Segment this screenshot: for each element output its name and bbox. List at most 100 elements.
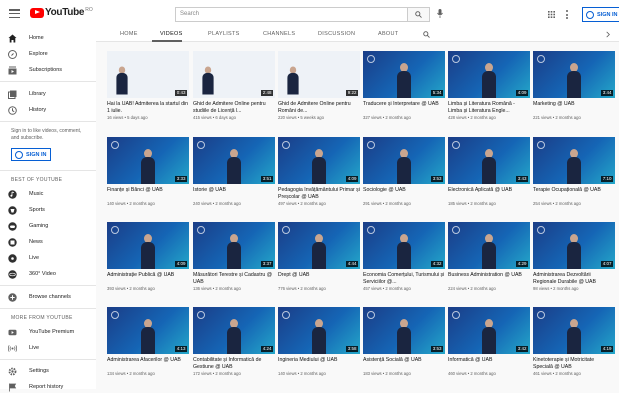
- video-title[interactable]: Pedagogia Învățământului Primar și Preșc…: [278, 187, 360, 200]
- youtube-logo[interactable]: YouTube RO: [30, 7, 93, 18]
- video-card[interactable]: 3:37 Măsurători Terestre și Cadastru @ UA…: [193, 222, 275, 300]
- video-thumbnail[interactable]: 4:29: [448, 222, 530, 269]
- video-card[interactable]: 4:07 Administrarea Dezvoltării Regionale …: [533, 222, 615, 300]
- video-card[interactable]: 3:51 Istorie @ UAB 240 views • 2 months ag…: [193, 137, 275, 215]
- sign-in-button[interactable]: SIGN IN: [582, 7, 619, 22]
- video-card[interactable]: 0:43 Hai la UAB! Admiterea la startul din…: [107, 51, 189, 129]
- chevron-right-icon[interactable]: [605, 31, 611, 38]
- video-thumbnail[interactable]: 9:22: [278, 51, 360, 98]
- video-card[interactable]: 4:29 Business Administration @ UAB 224 vie…: [448, 222, 530, 300]
- video-card[interactable]: 4:32 Economia Comerțului, Turismului și S…: [363, 222, 445, 300]
- video-duration: 4:44: [346, 261, 358, 267]
- video-title[interactable]: Istorie @ UAB: [193, 187, 275, 200]
- video-thumbnail[interactable]: 3:37: [193, 222, 275, 269]
- video-thumbnail[interactable]: 7:10: [533, 137, 615, 184]
- video-card[interactable]: 3:53 Sociologie @ UAB 291 views • 2 months…: [363, 137, 445, 215]
- video-thumbnail[interactable]: 3:53: [363, 137, 445, 184]
- tab-playlists[interactable]: PLAYLISTS: [208, 31, 240, 37]
- video-title[interactable]: Limba și Literatura Română - Limba și Li…: [448, 101, 530, 114]
- more-options-icon[interactable]: [566, 10, 568, 19]
- video-title[interactable]: Finanțe și Bănci @ UAB: [107, 187, 189, 200]
- presenter-figure: [312, 149, 326, 184]
- video-thumbnail[interactable]: 4:09: [278, 137, 360, 184]
- video-card[interactable]: 3:58 Ingineria Mediului @ UAB 140 views • …: [278, 307, 360, 385]
- news-icon: [8, 237, 17, 247]
- video-thumbnail[interactable]: 3:44: [533, 51, 615, 98]
- signin-prompt: Sign in to like videos, comment, and sub…: [11, 128, 82, 141]
- video-title[interactable]: Sociologie @ UAB: [363, 187, 445, 200]
- sidebar-sign-in-button[interactable]: SIGN IN: [11, 148, 51, 161]
- video-title[interactable]: Kinetoterapie și Motricitate Specială @ …: [533, 357, 615, 370]
- video-title[interactable]: Ghid de Admitere Online pentru Români de…: [278, 101, 360, 114]
- video-card[interactable]: 4:09 Limba și Literatura Română - Limba ș…: [448, 51, 530, 129]
- video-title[interactable]: Ingineria Mediului @ UAB: [278, 357, 360, 370]
- video-title[interactable]: Administrarea Dezvoltării Regionale Dura…: [533, 272, 615, 285]
- tab-channels[interactable]: CHANNELS: [263, 31, 295, 37]
- video-thumbnail[interactable]: 3:43: [448, 137, 530, 184]
- presenter-figure: [312, 234, 326, 269]
- video-title[interactable]: Informatică @ UAB: [448, 357, 530, 370]
- video-title[interactable]: Economia Comerțului, Turismului și Servi…: [363, 272, 445, 285]
- video-thumbnail[interactable]: 3:42: [448, 307, 530, 354]
- video-title[interactable]: Drept @ UAB: [278, 272, 360, 285]
- video-title[interactable]: Contabilitate și Informatică de Gestiune…: [193, 357, 275, 370]
- logo-country: RO: [85, 7, 93, 13]
- video-thumbnail[interactable]: 3:53: [363, 307, 445, 354]
- video-card[interactable]: 5:34 Traducere și Interpretare @ UAB 327 v…: [363, 51, 445, 129]
- video-title[interactable]: Hai la UAB! Admiterea la startul din 1 i…: [107, 101, 189, 114]
- video-meta: 140 views • 2 months ago: [278, 371, 326, 376]
- video-card[interactable]: 9:22 Ghid de Admitere Online pentru Român…: [278, 51, 360, 129]
- video-duration: 4:09: [516, 90, 528, 96]
- video-thumbnail[interactable]: 4:07: [533, 222, 615, 269]
- video-thumbnail[interactable]: 0:43: [107, 51, 189, 98]
- video-thumbnail[interactable]: 3:33: [107, 137, 189, 184]
- video-card[interactable]: 4:44 Drept @ UAB 776 views • 2 months ago: [278, 222, 360, 300]
- video-card[interactable]: 3:42 Informatică @ UAB 460 views • 2 month…: [448, 307, 530, 385]
- tab-home[interactable]: HOME: [120, 31, 138, 37]
- video-card[interactable]: 4:13 Administrarea Afacerilor @ UAB 134 vi…: [107, 307, 189, 385]
- video-thumbnail[interactable]: 4:24: [193, 307, 275, 354]
- video-title[interactable]: Traducere și Interpretare @ UAB: [363, 101, 445, 114]
- video-thumbnail[interactable]: 3:51: [193, 137, 275, 184]
- video-card[interactable]: 7:10 Terapie Ocupațională @ UAB 254 views …: [533, 137, 615, 215]
- video-card[interactable]: 4:19 Kinetoterapie și Motricitate Special…: [533, 307, 615, 385]
- presenter-figure: [397, 149, 411, 184]
- video-title[interactable]: Electronică Aplicată @ UAB: [448, 187, 530, 200]
- video-title[interactable]: Terapie Ocupațională @ UAB: [533, 187, 615, 200]
- video-thumbnail[interactable]: 4:32: [363, 222, 445, 269]
- microphone-icon[interactable]: [437, 9, 443, 18]
- video-title[interactable]: Business Administration @ UAB: [448, 272, 530, 285]
- video-title[interactable]: Marketing @ UAB: [533, 101, 615, 114]
- gear-icon: [8, 367, 17, 375]
- search-input[interactable]: Search: [175, 7, 408, 22]
- video-thumbnail[interactable]: 4:09: [107, 222, 189, 269]
- video-thumbnail[interactable]: 4:09: [448, 51, 530, 98]
- video-title[interactable]: Asistență Socială @ UAB: [363, 357, 445, 370]
- video-title[interactable]: Ghid de Admitere Online pentru studiile …: [193, 101, 275, 114]
- video-card[interactable]: 3:53 Asistență Socială @ UAB 183 views • 2…: [363, 307, 445, 385]
- video-thumbnail[interactable]: 5:34: [363, 51, 445, 98]
- video-thumbnail[interactable]: 4:44: [278, 222, 360, 269]
- video-thumbnail[interactable]: 3:58: [278, 307, 360, 354]
- video-thumbnail[interactable]: 2:48: [193, 51, 275, 98]
- menu-icon[interactable]: [9, 9, 20, 18]
- video-card[interactable]: 2:48 Ghid de Admitere Online pentru studi…: [193, 51, 275, 129]
- video-card[interactable]: 3:44 Marketing @ UAB 221 views • 2 months …: [533, 51, 615, 129]
- video-card[interactable]: 4:09 Pedagogia Învățământului Primar și P…: [278, 137, 360, 215]
- video-title[interactable]: Administrarea Afacerilor @ UAB: [107, 357, 189, 370]
- channel-search-icon[interactable]: [423, 31, 430, 38]
- video-title[interactable]: Administrație Publică @ UAB: [107, 272, 189, 285]
- tab-videos[interactable]: VIDEOS: [160, 31, 183, 37]
- tab-about[interactable]: ABOUT: [378, 31, 398, 37]
- video-thumbnail[interactable]: 4:19: [533, 307, 615, 354]
- apps-icon[interactable]: [548, 11, 555, 18]
- uab-logo-icon: [197, 311, 205, 319]
- video-title[interactable]: Măsurători Terestre și Cadastru @ UAB: [193, 272, 275, 285]
- video-thumbnail[interactable]: 4:13: [107, 307, 189, 354]
- search-button[interactable]: [408, 7, 430, 22]
- video-card[interactable]: 3:43 Electronică Aplicată @ UAB 185 views …: [448, 137, 530, 215]
- tab-discussion[interactable]: DISCUSSION: [318, 31, 355, 37]
- video-card[interactable]: 3:33 Finanțe și Bănci @ UAB 140 views • 2 …: [107, 137, 189, 215]
- video-card[interactable]: 4:24 Contabilitate și Informatică de Gest…: [193, 307, 275, 385]
- video-card[interactable]: 4:09 Administrație Publică @ UAB 393 views…: [107, 222, 189, 300]
